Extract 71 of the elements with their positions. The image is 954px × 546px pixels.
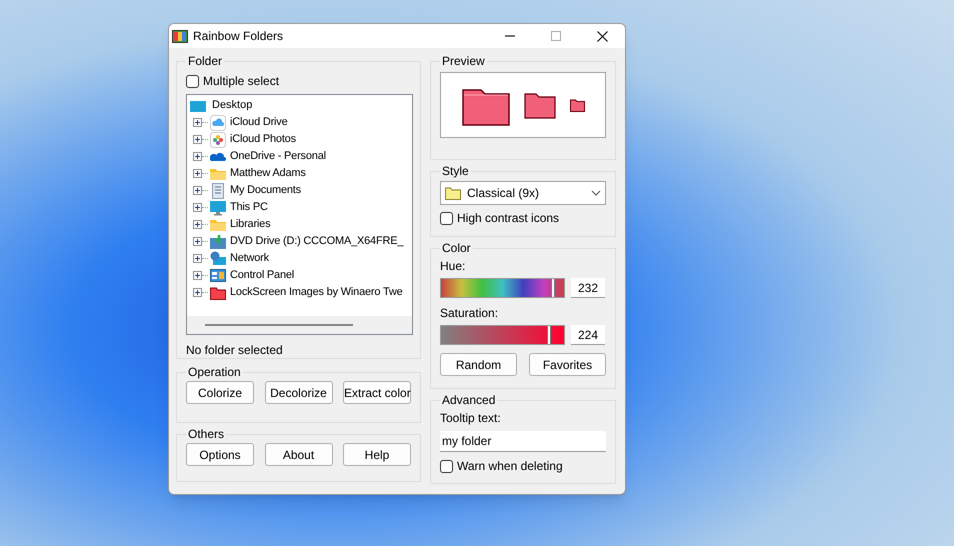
drive-icon xyxy=(210,234,226,250)
push-button[interactable]: Favorites xyxy=(529,353,606,376)
slider-track[interactable] xyxy=(440,325,565,345)
folder-tree[interactable]: Desktop iCloud Drive iCloud Photos OneDrive - Personal Matthew Adams My Documents This PC Libraries DVD Drive (D:) CCCOMA_X64FRE_ Network Control Panel LockScreen Images by Winaero Twe xyxy=(186,94,413,335)
group-title: Style xyxy=(441,163,470,180)
maximize-icon xyxy=(551,31,561,41)
checkbox[interactable]: Multiple select xyxy=(186,72,411,90)
tree-item[interactable]: Desktop xyxy=(190,97,412,114)
slider-thumb[interactable] xyxy=(550,279,555,297)
slider-thumb[interactable] xyxy=(547,326,552,344)
expand-icon[interactable] xyxy=(193,237,202,246)
push-button[interactable]: About xyxy=(264,443,332,466)
push-button[interactable]: Extract color xyxy=(343,381,411,404)
document-icon xyxy=(210,182,226,198)
tree-item[interactable]: This PC xyxy=(210,199,268,216)
status-text: No folder selected xyxy=(186,342,284,359)
folder-icon xyxy=(210,284,226,300)
flower-icon xyxy=(210,132,226,148)
tree-item[interactable]: Control Panel xyxy=(210,267,294,284)
tooltip-input-field[interactable]: my folder xyxy=(440,431,606,452)
tree-item[interactable]: OneDrive - Personal xyxy=(210,148,326,165)
close-icon xyxy=(596,30,608,42)
push-button[interactable]: Options xyxy=(186,443,254,466)
push-button[interactable]: Colorize xyxy=(186,381,254,404)
tree-item[interactable]: DVD Drive (D:) CCCOMA_X64FRE_ xyxy=(210,233,404,250)
folder-icon xyxy=(524,91,556,119)
monitor-icon xyxy=(210,200,226,216)
chevron-down-icon xyxy=(591,190,601,196)
push-button[interactable]: Help xyxy=(343,443,411,466)
style-dropdown[interactable]: Classical (9x) xyxy=(440,181,606,205)
expand-icon[interactable] xyxy=(193,203,202,212)
tree-item[interactable]: Libraries xyxy=(210,216,270,233)
group-title: Advanced xyxy=(441,392,496,409)
slider-track[interactable] xyxy=(440,278,565,298)
tree-item[interactable]: Network xyxy=(210,250,269,267)
push-button[interactable]: Random xyxy=(440,353,517,376)
expand-icon[interactable] xyxy=(193,135,202,144)
expand-icon[interactable] xyxy=(193,220,202,229)
group-title: Preview xyxy=(441,53,486,70)
tree-item[interactable]: iCloud Photos xyxy=(210,131,296,148)
folder-icon xyxy=(445,186,461,200)
checkbox[interactable]: High contrast icons xyxy=(440,209,606,227)
tree-item[interactable]: My Documents xyxy=(210,182,301,199)
app-icon xyxy=(172,28,188,44)
expand-icon[interactable] xyxy=(193,271,202,280)
saturation-label: Saturation: xyxy=(440,305,500,322)
window-title: Rainbow Folders xyxy=(193,28,284,45)
expand-icon[interactable] xyxy=(193,169,202,178)
group-title: Others xyxy=(187,426,226,443)
expand-icon[interactable] xyxy=(193,152,202,161)
expand-icon[interactable] xyxy=(193,288,202,297)
tooltip-label: Tooltip text: xyxy=(440,410,502,427)
tree-item[interactable]: LockScreen Images by Winaero Twe xyxy=(210,284,403,301)
expand-icon[interactable] xyxy=(193,254,202,263)
expand-icon[interactable] xyxy=(193,118,202,127)
folder-icon xyxy=(570,98,584,112)
horizontal-scrollbar[interactable] xyxy=(187,316,412,334)
control-panel-icon xyxy=(210,268,226,284)
cloud-icon xyxy=(210,114,226,130)
group-title: Operation xyxy=(187,364,242,381)
expand-icon[interactable] xyxy=(193,186,202,195)
number-field[interactable]: 224 xyxy=(571,325,605,345)
group-title: Folder xyxy=(187,53,224,70)
number-field[interactable]: 232 xyxy=(571,278,605,298)
tree-item[interactable]: iCloud Drive xyxy=(210,114,288,131)
network-icon xyxy=(210,250,226,266)
tree-item[interactable]: Matthew Adams xyxy=(210,165,306,182)
checkbox[interactable]: Warn when deleting xyxy=(440,457,606,475)
group-title: Color xyxy=(441,240,472,257)
push-button[interactable]: Decolorize xyxy=(264,381,332,404)
hue-label: Hue: xyxy=(440,258,466,275)
